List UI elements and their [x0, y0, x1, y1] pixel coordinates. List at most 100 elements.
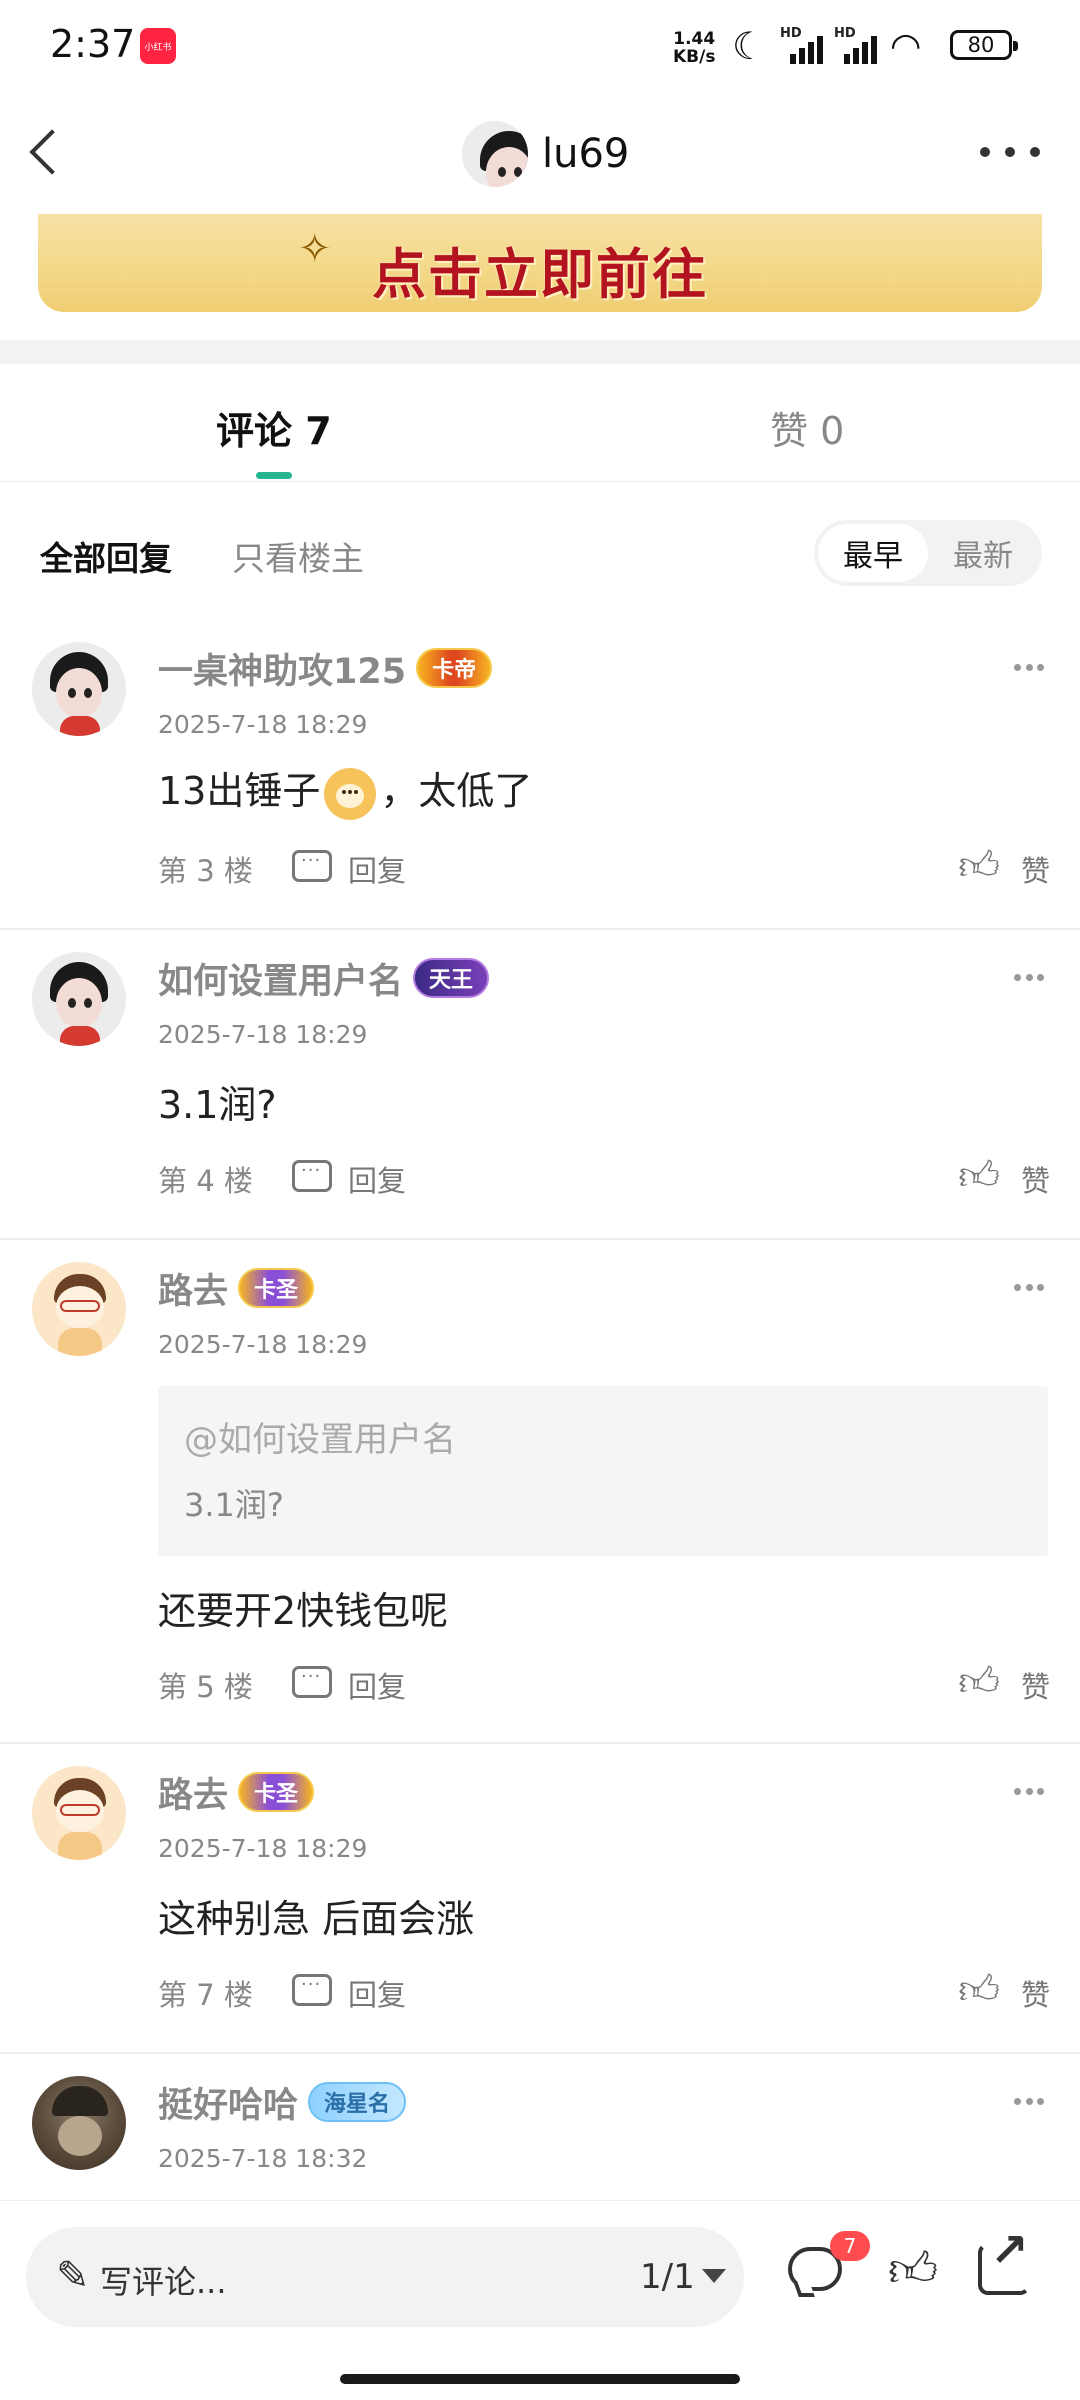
- thumbs-up-icon[interactable]: 👍︎: [958, 842, 1000, 890]
- back-icon[interactable]: [26, 128, 66, 180]
- commenter-avatar[interactable]: [32, 642, 126, 736]
- commenter-name-row: 路去 卡圣: [158, 1764, 315, 1820]
- avatar-face: [32, 1262, 126, 1356]
- commenter-name-row: 如何设置用户名 天王: [158, 950, 490, 1006]
- dog-emoji-icon: [324, 767, 377, 820]
- xiaohongshu-notification-icon: 小红书: [140, 28, 176, 64]
- thumbs-up-icon[interactable]: 👍︎: [958, 1966, 1000, 2014]
- caret-down-icon[interactable]: [702, 2269, 726, 2283]
- commenter-avatar[interactable]: [32, 1766, 126, 1860]
- commenter-name[interactable]: 如何设置用户名: [158, 953, 403, 1004]
- comment-time: 2025-7-18 18:29: [158, 710, 368, 739]
- comment-more-icon[interactable]: [1014, 664, 1044, 672]
- sparkle-icon: ✧: [298, 226, 332, 272]
- banner-text: 点击立即前往: [372, 243, 708, 306]
- filter-op-only[interactable]: 只看楼主: [232, 532, 364, 580]
- author-name[interactable]: lu69: [542, 131, 629, 177]
- comment-actions: 第 4 楼 回复 👍︎ 赞: [158, 1152, 1050, 1200]
- share-icon[interactable]: [978, 2223, 1030, 2295]
- reply-button[interactable]: 回复: [348, 1972, 406, 2014]
- floor-number: 第 5 楼: [158, 1670, 253, 1704]
- floor-number: 第 7 楼: [158, 1978, 253, 2012]
- pencil-icon: ✎: [56, 2253, 90, 2299]
- comment-item: 如何设置用户名 天王 2025-7-18 18:29 3.1润? 第 4 楼 回…: [0, 930, 1080, 1240]
- reply-button[interactable]: 回复: [348, 1158, 406, 1200]
- reply-icon[interactable]: [292, 845, 332, 882]
- comment-time: 2025-7-18 18:29: [158, 1330, 368, 1359]
- comment-time: 2025-7-18 18:29: [158, 1834, 368, 1863]
- comment-more-icon[interactable]: [1014, 1788, 1044, 1796]
- comment-content[interactable]: 13出锤子 ，太低了: [158, 760, 532, 820]
- comment-content[interactable]: 这种别急 后面会涨: [158, 1888, 474, 1943]
- commenter-avatar[interactable]: [32, 2076, 126, 2170]
- author-info[interactable]: lu69: [462, 120, 629, 188]
- like-button[interactable]: 赞: [1021, 1664, 1050, 1706]
- commenter-avatar[interactable]: [32, 952, 126, 1046]
- reply-icon[interactable]: [292, 1661, 332, 1698]
- avatar-face: [32, 952, 126, 1046]
- comment-count-badge: 7: [830, 2231, 870, 2261]
- comment-more-icon[interactable]: [1014, 1284, 1044, 1292]
- comment-content[interactable]: 3.1润?: [158, 1074, 277, 1129]
- quoted-reply[interactable]: @如何设置用户名 3.1润?: [158, 1386, 1048, 1556]
- like-button[interactable]: 赞: [1021, 848, 1050, 890]
- commenter-name[interactable]: 挺好哈哈: [158, 2077, 298, 2128]
- tab-likes[interactable]: 赞 0: [770, 400, 844, 455]
- comment-time: 2025-7-18 18:29: [158, 1020, 368, 1049]
- commenter-name[interactable]: 路去: [158, 1767, 228, 1818]
- tab-comments[interactable]: 评论 7: [216, 400, 332, 455]
- avatar-face: [32, 1766, 126, 1860]
- hd-label: HD: [834, 26, 856, 41]
- commenter-name-row: 路去 卡圣: [158, 1260, 315, 1316]
- like-button[interactable]: 赞: [1021, 1158, 1050, 1200]
- sort-latest-button[interactable]: 最新: [928, 524, 1038, 582]
- sort-toggle: 最早 最新: [814, 520, 1042, 586]
- commenter-name[interactable]: 路去: [158, 1263, 228, 1314]
- battery-indicator: 80: [950, 30, 1018, 60]
- sort-earliest-button[interactable]: 最早: [818, 524, 928, 582]
- tab-bar: 评论 7 赞 0: [0, 364, 1080, 482]
- quoted-user: @如何设置用户名: [184, 1420, 456, 1460]
- comment-text: 13出锤子: [158, 769, 321, 813]
- network-speed: 1.44 KB/s: [673, 30, 715, 66]
- promo-banner[interactable]: ✧ 点击立即前往: [38, 214, 1042, 312]
- comment-more-icon[interactable]: [1014, 2098, 1044, 2106]
- reply-button[interactable]: 回复: [348, 848, 406, 890]
- commenter-name-row: 挺好哈哈 海星名: [158, 2074, 407, 2130]
- reply-icon[interactable]: [292, 1155, 332, 1192]
- level-badge: 卡帝: [416, 648, 493, 688]
- commenter-avatar[interactable]: [32, 1262, 126, 1356]
- level-badge: 海星名: [308, 2082, 407, 2122]
- avatar-face: [32, 2076, 126, 2170]
- write-comment-input[interactable]: ✎ 写评论... 1/1: [26, 2227, 744, 2327]
- thumbs-up-icon[interactable]: 👍︎: [958, 1658, 1000, 1706]
- comment-item: 路去 卡圣 2025-7-18 18:29 @如何设置用户名 3.1润? 还要开…: [0, 1240, 1080, 1744]
- reply-icon[interactable]: [292, 1969, 332, 2006]
- commenter-name[interactable]: 一桌神助攻125: [158, 643, 406, 694]
- comment-text: ，太低了: [380, 769, 533, 813]
- status-time: 2:37: [50, 22, 136, 66]
- author-avatar[interactable]: [462, 121, 528, 187]
- quoted-text: 3.1润?: [184, 1486, 284, 1524]
- thumbs-up-icon[interactable]: 👍︎: [958, 1152, 1000, 1200]
- comment-item: 一桌神助攻125 卡帝 2025-7-18 18:29 13出锤子 ，太低了 第 …: [0, 620, 1080, 930]
- level-badge: 天王: [413, 958, 490, 998]
- filter-all-replies[interactable]: 全部回复: [40, 532, 172, 580]
- reply-button[interactable]: 回复: [348, 1664, 406, 1706]
- like-button[interactable]: 赞: [1021, 1972, 1050, 2014]
- more-options-icon[interactable]: [980, 132, 1040, 172]
- thumbs-up-icon[interactable]: 👍︎: [888, 2241, 938, 2299]
- network-speed-value: 1.44: [673, 29, 716, 49]
- avatar-face: [462, 121, 528, 187]
- comment-list: 一桌神助攻125 卡帝 2025-7-18 18:29 13出锤子 ，太低了 第 …: [0, 620, 1080, 2214]
- comment-actions: 第 7 楼 回复 👍︎ 赞: [158, 1966, 1050, 2014]
- home-indicator[interactable]: [340, 2374, 740, 2384]
- signal-icon-sim2: HD: [834, 26, 880, 64]
- floor-number: 第 3 楼: [158, 854, 253, 888]
- active-tab-indicator: [256, 472, 292, 479]
- floor-number: 第 4 楼: [158, 1164, 253, 1198]
- comment-more-icon[interactable]: [1014, 974, 1044, 982]
- level-badge: 卡圣: [238, 1772, 315, 1812]
- comment-content[interactable]: 还要开2快钱包呢: [158, 1580, 448, 1635]
- page-indicator[interactable]: 1/1: [640, 2257, 695, 2297]
